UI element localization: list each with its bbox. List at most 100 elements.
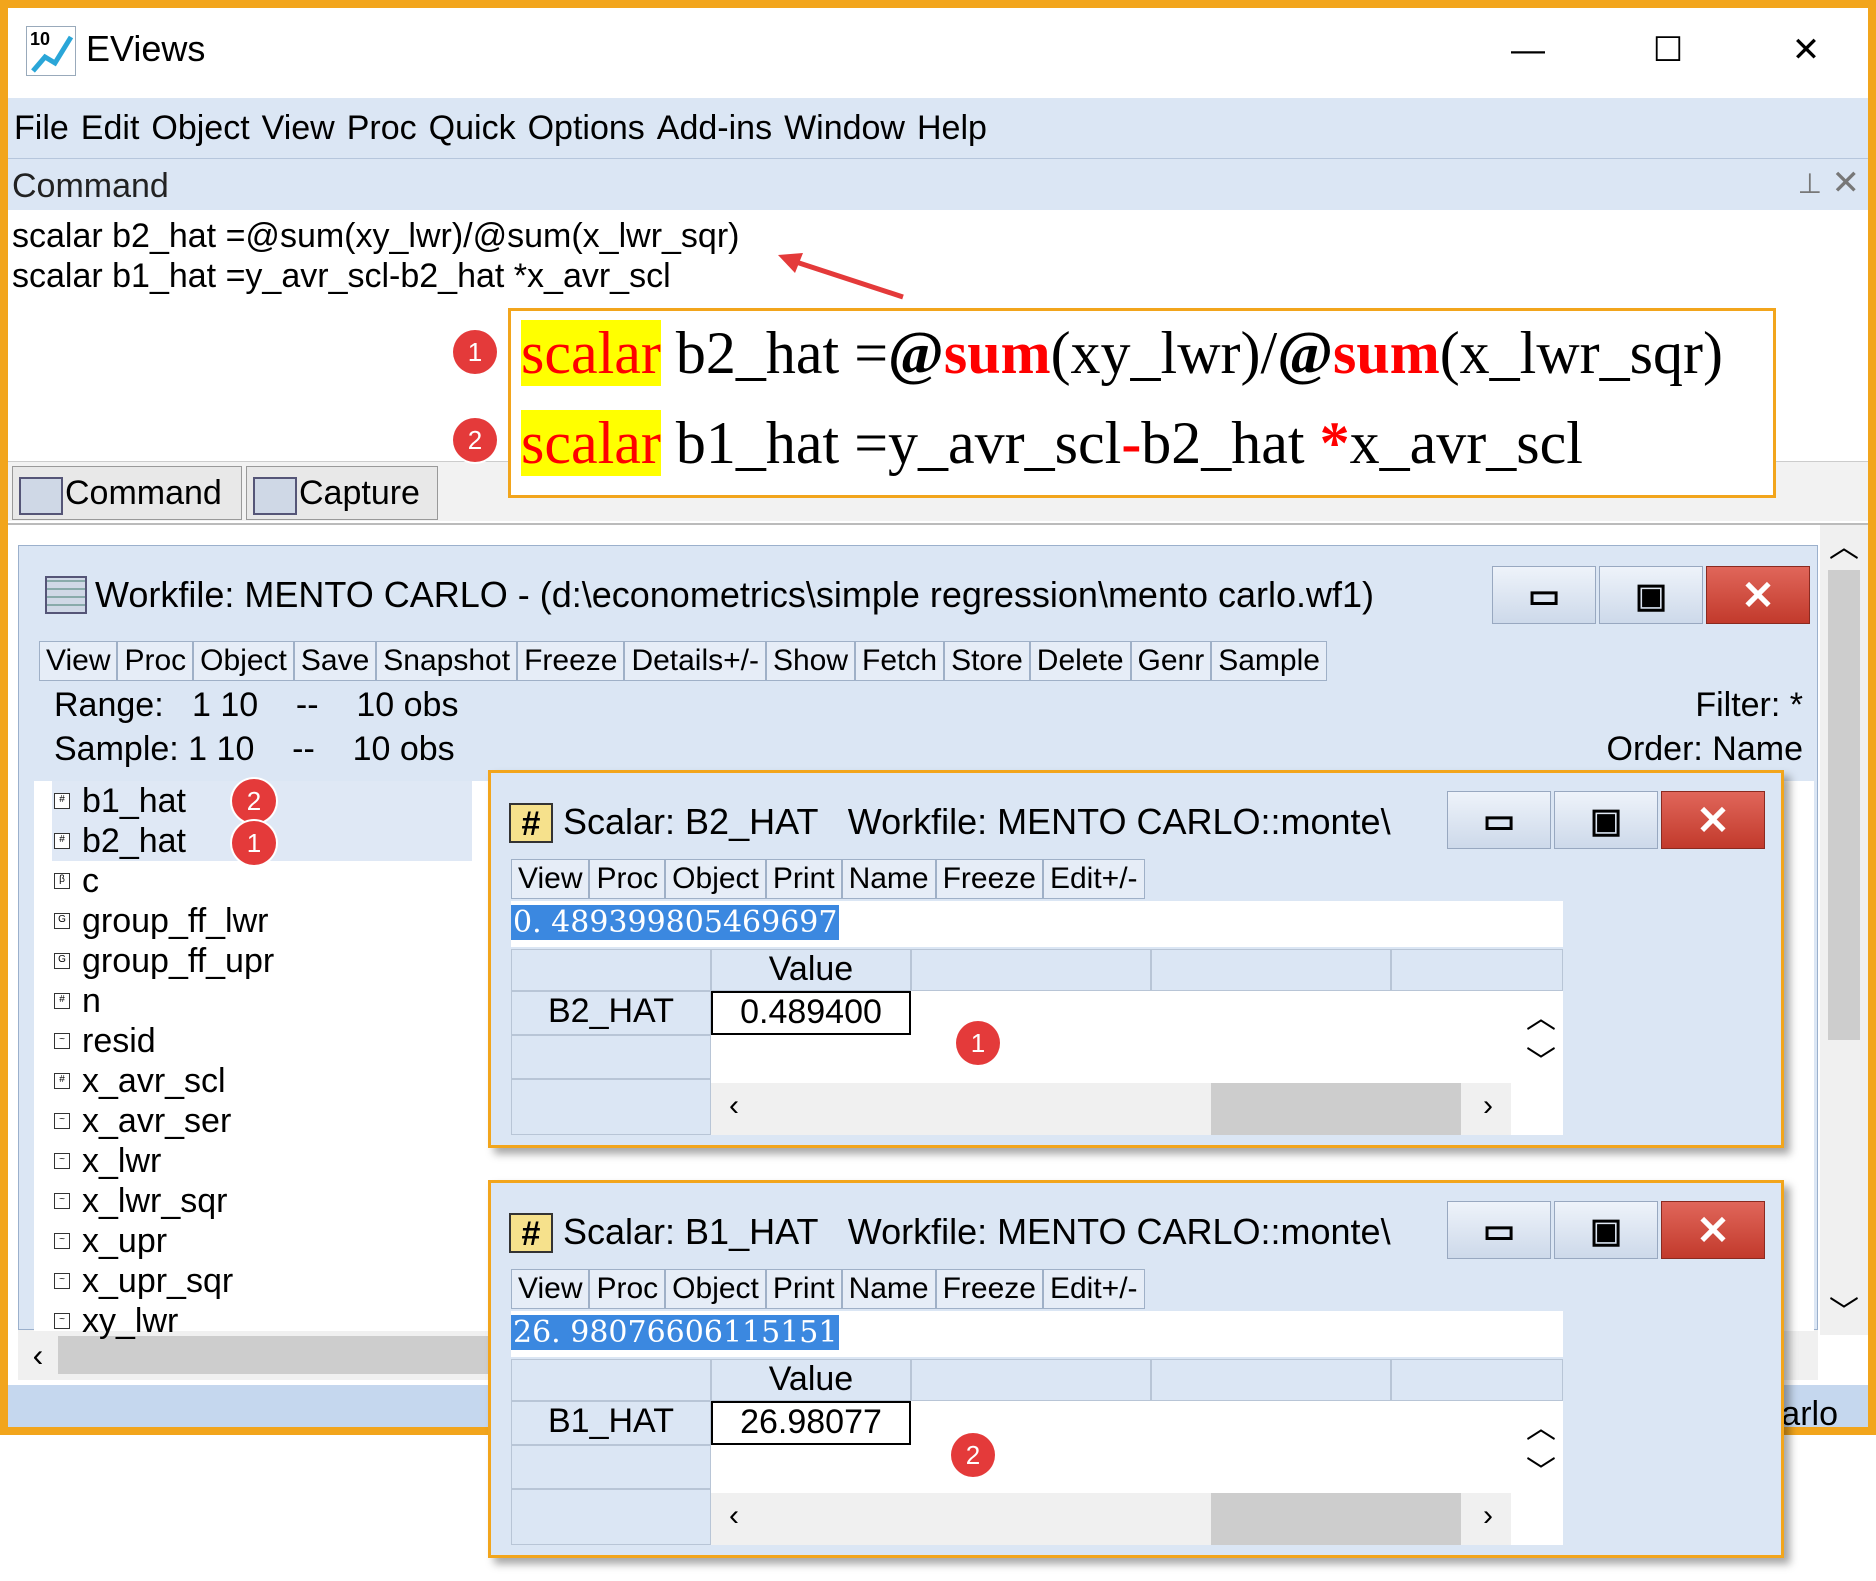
list-item[interactable]: ~ x_avr_ser (52, 1101, 231, 1141)
sc-name-button[interactable]: Name (841, 859, 936, 899)
column-header-empty (1151, 1359, 1391, 1401)
menu-addins[interactable]: Add-ins (651, 98, 778, 158)
maximize-button[interactable]: ☐ (1628, 22, 1708, 78)
sc-name-button[interactable]: Name (841, 1269, 936, 1309)
scalar-value-cell[interactable]: 26.98077 (711, 1401, 911, 1445)
scalar-restore-button[interactable]: ▣ (1554, 791, 1658, 849)
list-item[interactable]: ~ resid (52, 1021, 156, 1061)
horizontal-scrollbar[interactable]: ‹ › (711, 1493, 1511, 1545)
wf-store-button[interactable]: Store (944, 641, 1030, 681)
scroll-up-icon[interactable]: ︿ (1521, 993, 1561, 1035)
scroll-thumb[interactable] (1211, 1083, 1461, 1135)
wf-view-button[interactable]: View (39, 641, 118, 681)
tab-capture[interactable]: Capture (246, 466, 438, 520)
menu-quick[interactable]: Quick (423, 98, 522, 158)
sc-view-button[interactable]: View (511, 1269, 590, 1309)
workfile-range[interactable]: Range: 1 10 -- 10 obs (54, 686, 458, 725)
sc-object-button[interactable]: Object (665, 1269, 766, 1309)
grid-corner (511, 949, 711, 991)
menu-options[interactable]: Options (522, 98, 651, 158)
sc-proc-button[interactable]: Proc (589, 1269, 666, 1309)
scalar-close-button[interactable]: ✕ (1661, 1201, 1765, 1259)
sc-freeze-button[interactable]: Freeze (935, 859, 1043, 899)
wf-save-button[interactable]: Save (293, 641, 377, 681)
vertical-scrollbar[interactable] (1820, 525, 1868, 1335)
column-header-empty (1151, 949, 1391, 991)
list-item[interactable]: # n (52, 981, 101, 1021)
sc-proc-button[interactable]: Proc (589, 859, 666, 899)
menu-file[interactable]: File (8, 98, 75, 158)
app-title: EViews (86, 28, 206, 69)
wf-sample-button[interactable]: Sample (1211, 641, 1327, 681)
scalar-close-button[interactable]: ✕ (1661, 791, 1765, 849)
tab-command[interactable]: Command (12, 466, 242, 520)
scroll-down-icon[interactable]: ﹀ (1521, 1447, 1561, 1489)
scroll-up-icon[interactable]: ︿ (1820, 525, 1868, 570)
scroll-right-icon[interactable]: › (1473, 1499, 1503, 1533)
scroll-down-icon[interactable]: ﹀ (1820, 1290, 1868, 1335)
list-item[interactable]: ~ x_upr (52, 1221, 167, 1261)
sc-view-button[interactable]: View (511, 859, 590, 899)
wf-show-button[interactable]: Show (765, 641, 856, 681)
scroll-down-icon[interactable]: ﹀ (1521, 1037, 1561, 1079)
series-icon: ~ (54, 1033, 70, 1049)
scalar-value-cell[interactable]: 0.489400 (711, 991, 911, 1035)
sc-print-button[interactable]: Print (765, 859, 842, 899)
scalar-restore-button[interactable]: ▣ (1554, 1201, 1658, 1259)
menu-proc[interactable]: Proc (341, 98, 423, 158)
scalar-edit-field[interactable]: 26. 98076606115151 (511, 1311, 1563, 1357)
panel-close-icon[interactable]: ✕ (1832, 163, 1861, 203)
command-line-1[interactable]: scalar b2_hat =@sum(xy_lwr)/@sum(x_lwr_s… (12, 217, 739, 256)
workfile-sample[interactable]: Sample: 1 10 -- 10 obs (54, 730, 455, 769)
list-item[interactable]: Ggroup_ff_lwr (52, 901, 269, 941)
wf-delete-button[interactable]: Delete (1029, 641, 1131, 681)
wf-genr-button[interactable]: Genr (1130, 641, 1212, 681)
menu-object[interactable]: Object (145, 98, 255, 158)
list-item[interactable]: ~ x_lwr_sqr (52, 1181, 227, 1221)
scroll-up-icon[interactable]: ︿ (1521, 1403, 1561, 1445)
command-panel-header: Command ⊥ ✕ (8, 158, 1868, 210)
column-header-empty (1391, 1359, 1563, 1401)
workfile-filter[interactable]: Filter: * (1695, 686, 1803, 725)
wf-proc-button[interactable]: Proc (117, 641, 194, 681)
scalar-minimize-button[interactable]: ▭ (1447, 1201, 1551, 1259)
menu-view[interactable]: View (256, 98, 341, 158)
scroll-left-icon[interactable]: ‹ (719, 1499, 749, 1533)
menu-help[interactable]: Help (911, 98, 993, 158)
list-item[interactable]: ~ x_upr_sqr (52, 1261, 233, 1301)
list-item[interactable]: βc (52, 861, 99, 901)
sc-edit-button[interactable]: Edit+/- (1042, 859, 1145, 899)
scroll-right-icon[interactable]: › (1473, 1089, 1503, 1123)
annotation-badge-1: 1 (232, 821, 276, 865)
close-button[interactable]: ✕ (1766, 22, 1846, 78)
sc-object-button[interactable]: Object (665, 859, 766, 899)
wf-object-button[interactable]: Object (193, 641, 294, 681)
minimize-button[interactable]: — (1488, 22, 1568, 78)
command-line-2[interactable]: scalar b1_hat =y_avr_scl-b2_hat *x_avr_s… (12, 257, 671, 296)
pin-icon[interactable]: ⊥ (1798, 167, 1822, 200)
horizontal-scrollbar[interactable]: ‹ › (711, 1083, 1511, 1135)
scroll-thumb[interactable] (1211, 1493, 1461, 1545)
list-item[interactable]: ~ x_lwr (52, 1141, 161, 1181)
list-item[interactable]: ~ xy_lwr (52, 1301, 178, 1341)
workfile-minimize-button[interactable]: ▭ (1492, 566, 1596, 624)
workfile-close-button[interactable]: ✕ (1706, 566, 1810, 624)
list-item[interactable]: Ggroup_ff_upr (52, 941, 274, 981)
menu-edit[interactable]: Edit (75, 98, 146, 158)
workfile-restore-button[interactable]: ▣ (1599, 566, 1703, 624)
annotation-badge-2: 2 (951, 1433, 995, 1477)
wf-snapshot-button[interactable]: Snapshot (376, 641, 518, 681)
scroll-left-icon[interactable]: ‹ (719, 1089, 749, 1123)
sc-freeze-button[interactable]: Freeze (935, 1269, 1043, 1309)
scroll-thumb[interactable] (1828, 570, 1860, 1040)
menu-window[interactable]: Window (778, 98, 911, 158)
sc-edit-button[interactable]: Edit+/- (1042, 1269, 1145, 1309)
scalar-edit-field[interactable]: 0. 489399805469697 (511, 901, 1563, 947)
wf-freeze-button[interactable]: Freeze (517, 641, 625, 681)
wf-details-button[interactable]: Details+/- (624, 641, 766, 681)
list-item[interactable]: # x_avr_scl (52, 1061, 226, 1101)
workfile-order[interactable]: Order: Name (1607, 730, 1804, 769)
scalar-minimize-button[interactable]: ▭ (1447, 791, 1551, 849)
sc-print-button[interactable]: Print (765, 1269, 842, 1309)
wf-fetch-button[interactable]: Fetch (855, 641, 945, 681)
